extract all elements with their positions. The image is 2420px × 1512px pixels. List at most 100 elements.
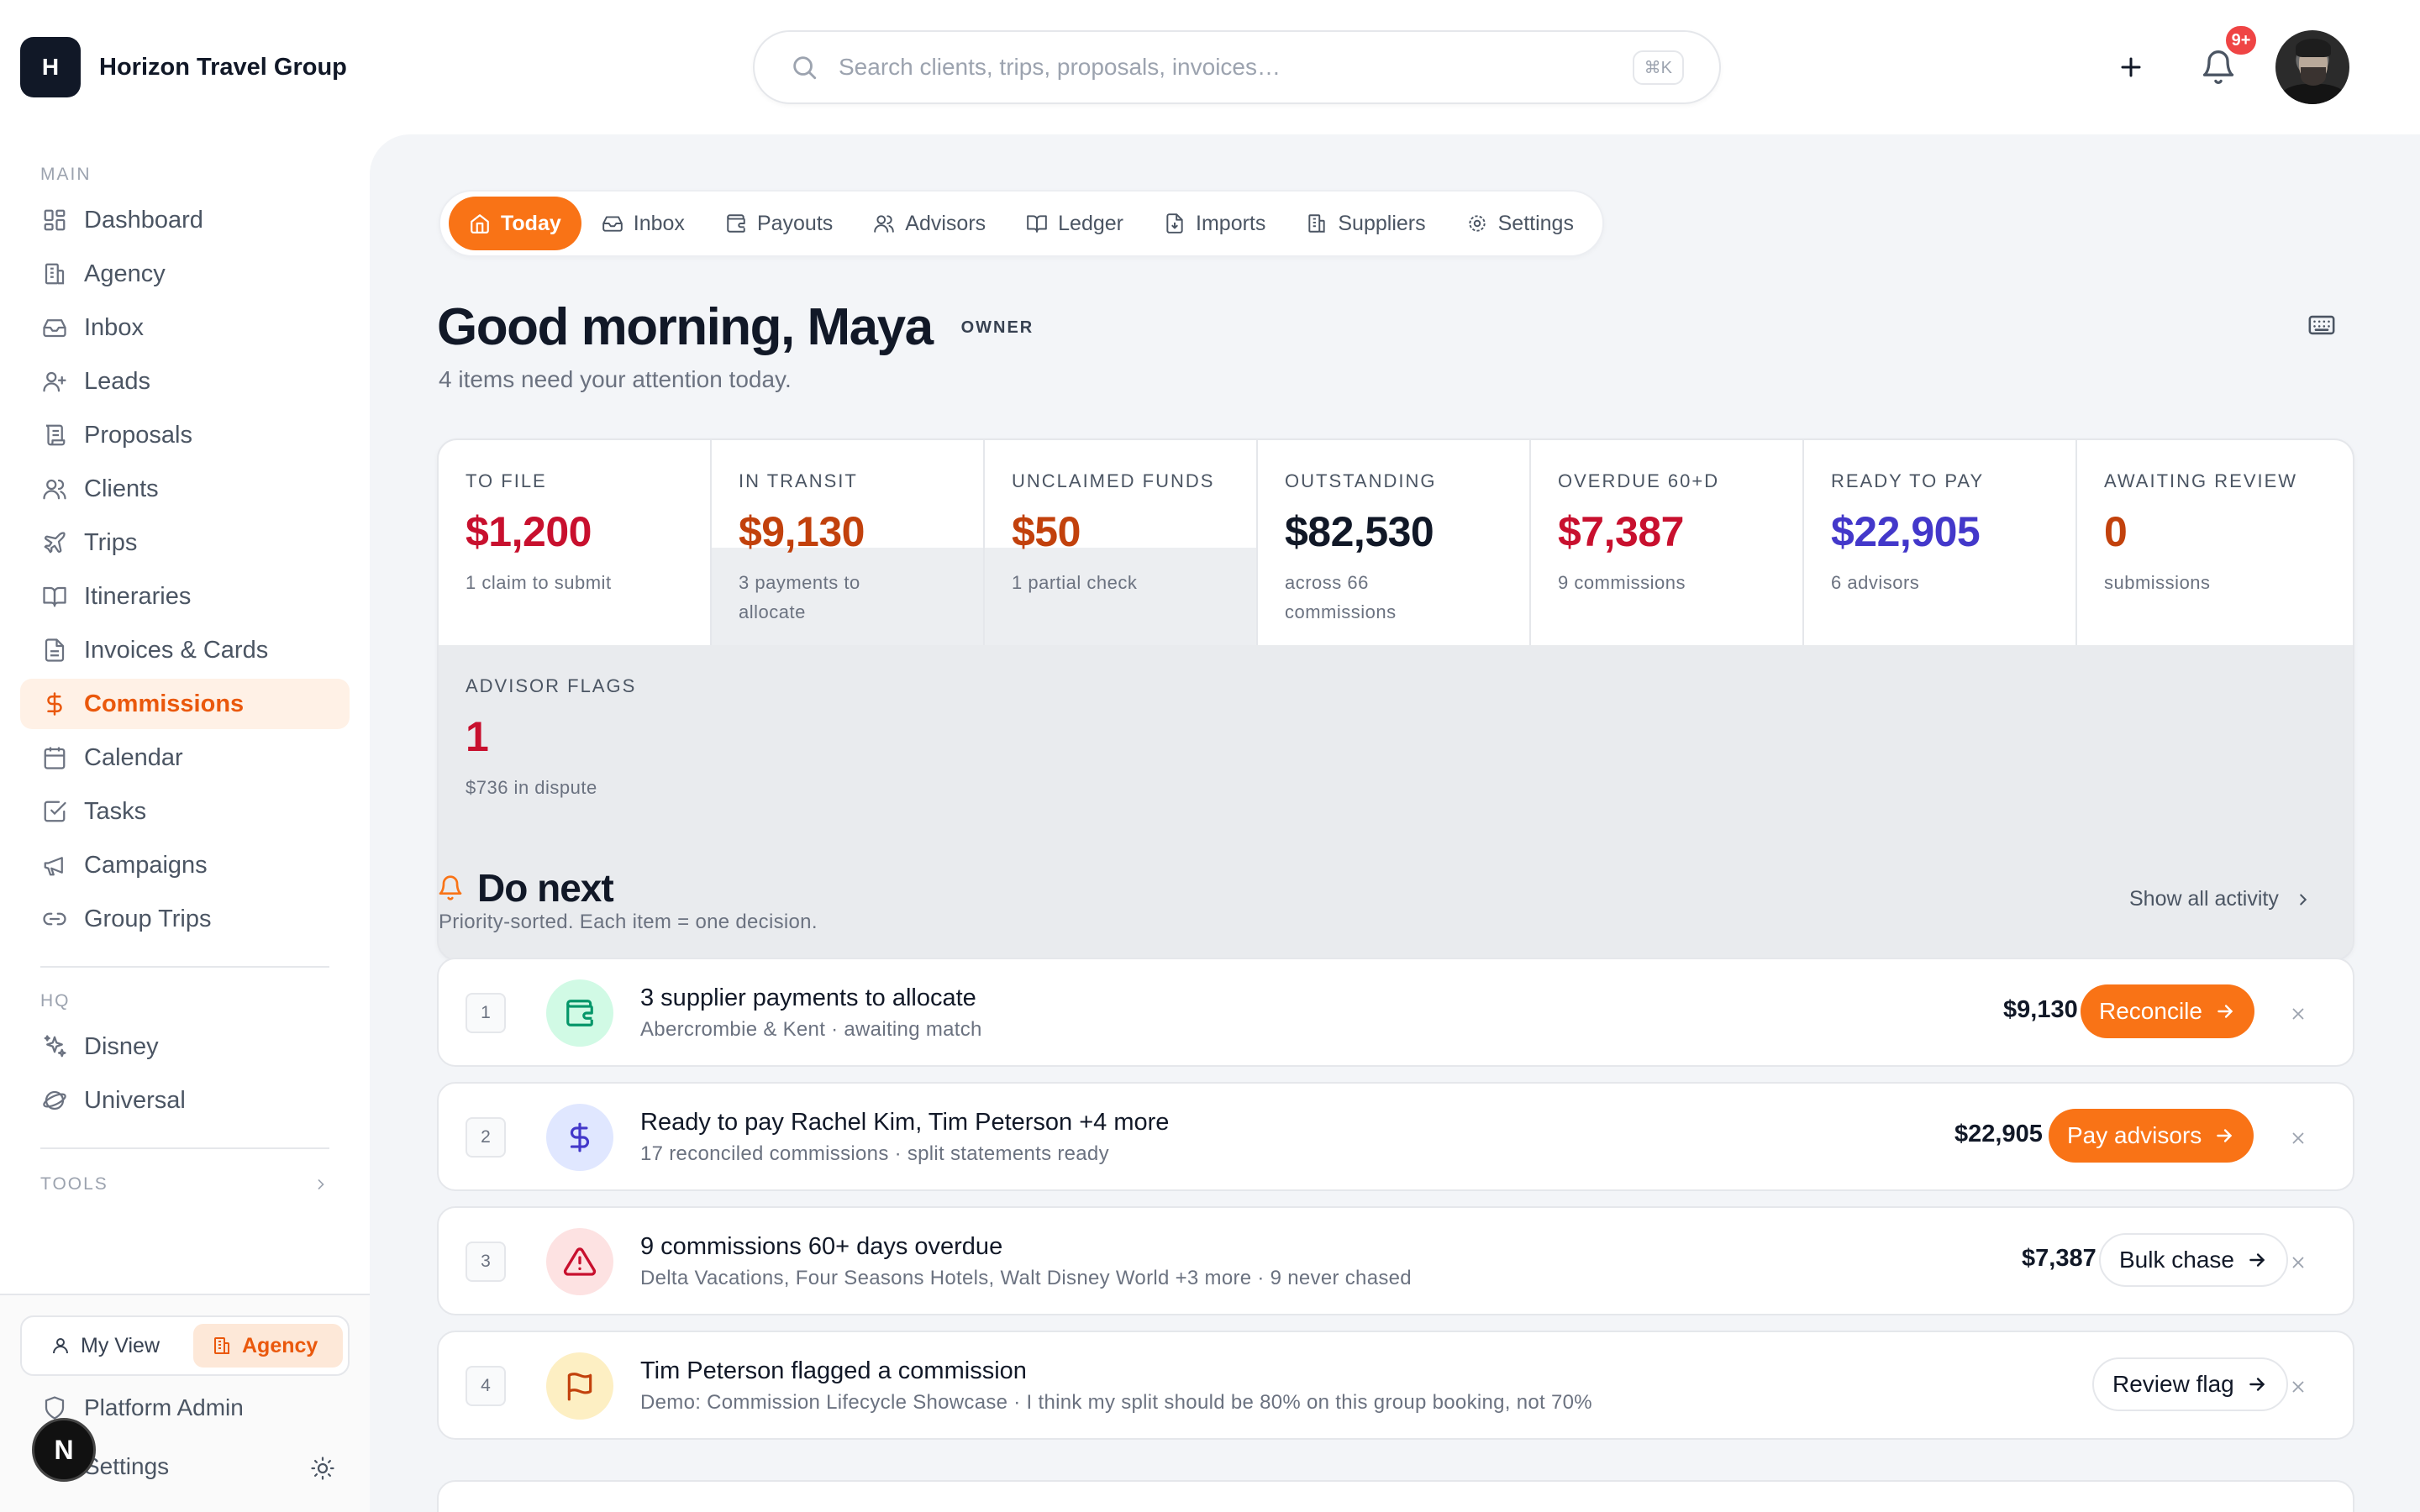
do-next-header: Do next	[437, 865, 614, 911]
brand-logo: H	[20, 37, 81, 97]
sidebar-item-proposals[interactable]: Proposals	[20, 410, 350, 460]
stat-card-unclaimed-funds[interactable]: UNCLAIMED FUNDS $50 1 partial check	[985, 440, 1258, 645]
tab-label: Suppliers	[1338, 211, 1426, 235]
task-title: 3 supplier payments to allocate	[640, 984, 976, 1011]
stat-sub: 9 commissions	[1558, 572, 1686, 593]
stat-card-in-transit[interactable]: IN TRANSIT $9,130 3 payments to allocate	[712, 440, 985, 645]
stat-card-to-file[interactable]: TO FILE $1,200 1 claim to submit	[439, 440, 712, 645]
sidebar-item-trips[interactable]: Trips	[20, 517, 350, 568]
sidebar-item-universal[interactable]: Universal	[20, 1075, 350, 1126]
agency-view-option[interactable]: Agency	[193, 1324, 343, 1368]
task-row[interactable]: 2 Ready to pay Rachel Kim, Tim Peterson …	[437, 1082, 2354, 1191]
close-icon	[2292, 1132, 2304, 1144]
platform-admin-label: Platform Admin	[84, 1394, 244, 1420]
search-input[interactable]: Search clients, trips, proposals, invoic…	[839, 54, 1633, 81]
users-icon	[40, 475, 69, 503]
sidebar-item-agency[interactable]: Agency	[20, 249, 350, 299]
my-view-option[interactable]: My View	[42, 1324, 193, 1368]
sidebar-item-label: Campaigns	[84, 851, 208, 879]
tab-advisors[interactable]: Advisors	[853, 197, 1006, 250]
task-row[interactable]: 3 9 commissions 60+ days overdue Delta V…	[437, 1206, 2354, 1315]
stat-card-ready-to-pay[interactable]: READY TO PAY $22,905 6 advisors	[1804, 440, 2077, 645]
sidebar-item-clients[interactable]: Clients	[20, 464, 350, 514]
stat-card-awaiting-review[interactable]: AWAITING REVIEW 0 submissions	[2077, 440, 2353, 645]
stat-label: READY TO PAY	[1831, 470, 1985, 491]
tab-today[interactable]: Today	[449, 197, 581, 250]
stat-value: $22,905	[1831, 508, 1981, 555]
sidebar-item-label: Group Trips	[84, 905, 212, 932]
bell-icon	[439, 875, 462, 900]
pay-advisors-button[interactable]: Pay advisors	[2049, 1109, 2254, 1163]
review-flag-button[interactable]: Review flag	[2092, 1357, 2288, 1411]
tab-suppliers[interactable]: Suppliers	[1286, 197, 1445, 250]
dismiss-button[interactable]	[2287, 1376, 2309, 1398]
sidebar-item-group-trips[interactable]: Group Trips	[20, 894, 350, 944]
sidebar-item-invoices-cards[interactable]: Invoices & Cards	[20, 625, 350, 675]
tab-bar: Today Inbox Payouts Advisors Ledger Impo…	[439, 190, 1604, 257]
task-row[interactable]: 4 Tim Peterson flagged a commission Demo…	[437, 1331, 2354, 1440]
avatar[interactable]	[2275, 30, 2349, 104]
my-view-label: My View	[81, 1333, 160, 1357]
sidebar-item-itineraries[interactable]: Itineraries	[20, 571, 350, 622]
sidebar-item-tasks[interactable]: Tasks	[20, 786, 350, 837]
sidebar-item-commissions[interactable]: Commissions	[20, 679, 350, 729]
tab-ledger[interactable]: Ledger	[1006, 197, 1144, 250]
tab-imports[interactable]: Imports	[1144, 197, 1286, 250]
show-all-activity-link[interactable]: Show all activity	[2129, 887, 2312, 911]
platform-admin-link[interactable]: Platform Admin	[40, 1394, 244, 1421]
bulk-chase-button[interactable]: Bulk chase	[2099, 1233, 2288, 1287]
users-icon	[874, 215, 895, 233]
reconcile-button[interactable]: Reconcile	[2081, 984, 2254, 1038]
close-icon	[2292, 1008, 2304, 1020]
theme-toggle-button[interactable]	[308, 1453, 338, 1483]
dismiss-button[interactable]	[2287, 1252, 2309, 1273]
brand[interactable]: H Horizon Travel Group	[20, 37, 347, 97]
dismiss-button[interactable]	[2287, 1127, 2309, 1149]
user-plus-icon	[40, 367, 69, 396]
sidebar-item-disney[interactable]: Disney	[20, 1021, 350, 1072]
add-button[interactable]	[2111, 47, 2151, 87]
sidebar-item-label: Itineraries	[84, 582, 192, 610]
sun-icon	[311, 1457, 334, 1480]
section-label-tools: TOOLS	[40, 1174, 108, 1194]
sidebar-item-campaigns[interactable]: Campaigns	[20, 840, 350, 890]
task-amount: $9,130	[2003, 996, 2078, 1023]
keyboard-shortcuts-button[interactable]	[2307, 311, 2336, 344]
sidebar-item-label: Universal	[84, 1086, 186, 1114]
scroll-icon	[40, 421, 69, 449]
task-title: 9 commissions 60+ days overdue	[640, 1233, 1003, 1260]
tab-payouts[interactable]: Payouts	[705, 197, 853, 250]
view-toggle[interactable]: My View Agency	[20, 1315, 350, 1376]
tab-settings[interactable]: Settings	[1446, 197, 1594, 250]
button-label: Bulk chase	[2119, 1247, 2234, 1273]
sidebar-item-label: Agency	[84, 260, 166, 287]
tab-inbox[interactable]: Inbox	[581, 197, 705, 250]
close-icon	[2292, 1257, 2304, 1268]
stat-label: AWAITING REVIEW	[2104, 470, 2298, 491]
sidebar-item-label: Clients	[84, 475, 159, 502]
sidebar-item-label: Tasks	[84, 797, 147, 825]
sidebar-item-leads[interactable]: Leads	[20, 356, 350, 407]
sidebar-item-calendar[interactable]: Calendar	[20, 732, 350, 783]
top-bar: H Horizon Travel Group Search clients, t…	[0, 0, 2420, 134]
arrow-right-icon	[2217, 1005, 2233, 1018]
task-row[interactable]: 1 3 supplier payments to allocate Abercr…	[437, 958, 2354, 1067]
tab-label: Settings	[1497, 211, 1574, 235]
stat-card-outstanding[interactable]: OUTSTANDING $82,530 across 66 commission…	[1258, 440, 1531, 645]
stat-value: $1,200	[466, 508, 592, 555]
tab-label: Advisors	[905, 211, 986, 235]
stat-card-overdue[interactable]: OVERDUE 60+D $7,387 9 commissions	[1531, 440, 1804, 645]
stats-panel: TO FILE $1,200 1 claim to submit IN TRAN…	[437, 438, 2354, 961]
tab-label: Today	[501, 211, 561, 235]
sidebar-item-dashboard[interactable]: Dashboard	[20, 195, 350, 245]
greeting: Good morning, Maya OWNER	[437, 297, 1034, 357]
search-bar[interactable]: Search clients, trips, proposals, invoic…	[753, 30, 1721, 104]
tools-section-toggle[interactable]: TOOLS	[40, 1174, 329, 1194]
link-icon	[40, 905, 69, 933]
dismiss-button[interactable]	[2287, 1003, 2309, 1025]
task-number: 4	[466, 1366, 506, 1406]
stat-sub: 3 payments to allocate	[739, 572, 860, 622]
dev-tools-badge[interactable]: N	[32, 1418, 96, 1482]
notification-badge: 9+	[2223, 24, 2259, 57]
sidebar-item-inbox[interactable]: Inbox	[20, 302, 350, 353]
